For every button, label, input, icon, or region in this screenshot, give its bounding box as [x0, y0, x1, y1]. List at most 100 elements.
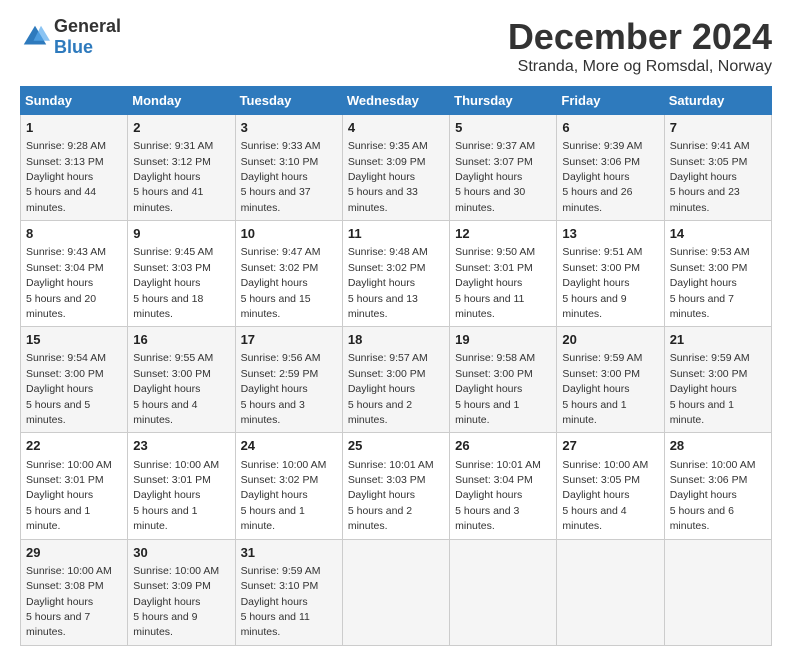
calendar-cell: 28 Sunrise: 10:00 AMSunset: 3:06 PMDayli… [664, 433, 771, 539]
col-friday: Friday [557, 87, 664, 115]
day-number: 20 [562, 331, 658, 349]
calendar-cell: 16 Sunrise: 9:55 AMSunset: 3:00 PMDaylig… [128, 327, 235, 433]
week-row-2: 8 Sunrise: 9:43 AMSunset: 3:04 PMDayligh… [21, 221, 772, 327]
calendar-cell: 4 Sunrise: 9:35 AMSunset: 3:09 PMDayligh… [342, 115, 449, 221]
day-info: Sunrise: 10:00 AMSunset: 3:02 PMDaylight… [241, 459, 327, 533]
calendar-cell: 22 Sunrise: 10:00 AMSunset: 3:01 PMDayli… [21, 433, 128, 539]
day-number: 22 [26, 437, 122, 455]
calendar-cell [450, 539, 557, 645]
logo-text: General Blue [54, 16, 121, 58]
day-number: 30 [133, 544, 229, 562]
calendar-cell: 6 Sunrise: 9:39 AMSunset: 3:06 PMDayligh… [557, 115, 664, 221]
day-info: Sunrise: 10:01 AMSunset: 3:04 PMDaylight… [455, 459, 541, 533]
day-number: 3 [241, 119, 337, 137]
day-info: Sunrise: 9:57 AMSunset: 3:00 PMDaylight … [348, 352, 428, 426]
calendar-cell: 13 Sunrise: 9:51 AMSunset: 3:00 PMDaylig… [557, 221, 664, 327]
subtitle: Stranda, More og Romsdal, Norway [508, 58, 772, 76]
calendar-cell: 20 Sunrise: 9:59 AMSunset: 3:00 PMDaylig… [557, 327, 664, 433]
day-number: 19 [455, 331, 551, 349]
day-info: Sunrise: 9:59 AMSunset: 3:00 PMDaylight … [670, 352, 750, 426]
calendar-cell: 23 Sunrise: 10:00 AMSunset: 3:01 PMDayli… [128, 433, 235, 539]
day-number: 12 [455, 225, 551, 243]
header: General Blue December 2024 Stranda, More… [20, 16, 772, 76]
day-info: Sunrise: 9:39 AMSunset: 3:06 PMDaylight … [562, 140, 642, 214]
calendar-cell: 15 Sunrise: 9:54 AMSunset: 3:00 PMDaylig… [21, 327, 128, 433]
day-info: Sunrise: 9:28 AMSunset: 3:13 PMDaylight … [26, 140, 106, 214]
day-info: Sunrise: 10:00 AMSunset: 3:01 PMDaylight… [26, 459, 112, 533]
day-number: 18 [348, 331, 444, 349]
day-number: 26 [455, 437, 551, 455]
day-number: 5 [455, 119, 551, 137]
day-number: 24 [241, 437, 337, 455]
calendar-cell: 1 Sunrise: 9:28 AMSunset: 3:13 PMDayligh… [21, 115, 128, 221]
day-number: 25 [348, 437, 444, 455]
day-info: Sunrise: 9:41 AMSunset: 3:05 PMDaylight … [670, 140, 750, 214]
calendar-header: Sunday Monday Tuesday Wednesday Thursday… [21, 87, 772, 115]
day-info: Sunrise: 9:58 AMSunset: 3:00 PMDaylight … [455, 352, 535, 426]
col-monday: Monday [128, 87, 235, 115]
calendar-cell: 26 Sunrise: 10:01 AMSunset: 3:04 PMDayli… [450, 433, 557, 539]
calendar-cell: 14 Sunrise: 9:53 AMSunset: 3:00 PMDaylig… [664, 221, 771, 327]
col-wednesday: Wednesday [342, 87, 449, 115]
logo: General Blue [20, 16, 121, 58]
day-info: Sunrise: 9:35 AMSunset: 3:09 PMDaylight … [348, 140, 428, 214]
day-number: 15 [26, 331, 122, 349]
day-info: Sunrise: 9:54 AMSunset: 3:00 PMDaylight … [26, 352, 106, 426]
calendar-cell: 27 Sunrise: 10:00 AMSunset: 3:05 PMDayli… [557, 433, 664, 539]
day-info: Sunrise: 9:53 AMSunset: 3:00 PMDaylight … [670, 246, 750, 320]
day-number: 9 [133, 225, 229, 243]
calendar-cell: 8 Sunrise: 9:43 AMSunset: 3:04 PMDayligh… [21, 221, 128, 327]
day-number: 4 [348, 119, 444, 137]
day-number: 28 [670, 437, 766, 455]
day-number: 27 [562, 437, 658, 455]
day-number: 16 [133, 331, 229, 349]
day-info: Sunrise: 9:37 AMSunset: 3:07 PMDaylight … [455, 140, 535, 214]
day-info: Sunrise: 9:59 AMSunset: 3:00 PMDaylight … [562, 352, 642, 426]
day-number: 14 [670, 225, 766, 243]
calendar-cell: 7 Sunrise: 9:41 AMSunset: 3:05 PMDayligh… [664, 115, 771, 221]
calendar-cell: 31 Sunrise: 9:59 AMSunset: 3:10 PMDaylig… [235, 539, 342, 645]
week-row-4: 22 Sunrise: 10:00 AMSunset: 3:01 PMDayli… [21, 433, 772, 539]
calendar-cell: 18 Sunrise: 9:57 AMSunset: 3:00 PMDaylig… [342, 327, 449, 433]
day-info: Sunrise: 9:50 AMSunset: 3:01 PMDaylight … [455, 246, 535, 320]
col-tuesday: Tuesday [235, 87, 342, 115]
calendar-cell [664, 539, 771, 645]
day-number: 17 [241, 331, 337, 349]
day-info: Sunrise: 9:56 AMSunset: 2:59 PMDaylight … [241, 352, 321, 426]
col-sunday: Sunday [21, 87, 128, 115]
calendar-cell: 19 Sunrise: 9:58 AMSunset: 3:00 PMDaylig… [450, 327, 557, 433]
logo-icon [20, 22, 50, 52]
day-info: Sunrise: 10:00 AMSunset: 3:01 PMDaylight… [133, 459, 219, 533]
calendar-cell [342, 539, 449, 645]
day-info: Sunrise: 10:00 AMSunset: 3:05 PMDaylight… [562, 459, 648, 533]
calendar-body: 1 Sunrise: 9:28 AMSunset: 3:13 PMDayligh… [21, 115, 772, 646]
calendar-cell: 29 Sunrise: 10:00 AMSunset: 3:08 PMDayli… [21, 539, 128, 645]
day-number: 1 [26, 119, 122, 137]
col-thursday: Thursday [450, 87, 557, 115]
main-title: December 2024 [508, 16, 772, 58]
day-info: Sunrise: 9:55 AMSunset: 3:00 PMDaylight … [133, 352, 213, 426]
day-info: Sunrise: 9:48 AMSunset: 3:02 PMDaylight … [348, 246, 428, 320]
day-number: 10 [241, 225, 337, 243]
calendar-cell: 3 Sunrise: 9:33 AMSunset: 3:10 PMDayligh… [235, 115, 342, 221]
day-number: 13 [562, 225, 658, 243]
day-number: 6 [562, 119, 658, 137]
calendar-table: Sunday Monday Tuesday Wednesday Thursday… [20, 86, 772, 646]
logo-blue: Blue [54, 37, 93, 57]
day-info: Sunrise: 10:01 AMSunset: 3:03 PMDaylight… [348, 459, 434, 533]
day-info: Sunrise: 9:31 AMSunset: 3:12 PMDaylight … [133, 140, 213, 214]
day-number: 29 [26, 544, 122, 562]
calendar-cell: 2 Sunrise: 9:31 AMSunset: 3:12 PMDayligh… [128, 115, 235, 221]
day-info: Sunrise: 10:00 AMSunset: 3:06 PMDaylight… [670, 459, 756, 533]
calendar-cell: 9 Sunrise: 9:45 AMSunset: 3:03 PMDayligh… [128, 221, 235, 327]
day-info: Sunrise: 9:45 AMSunset: 3:03 PMDaylight … [133, 246, 213, 320]
calendar-cell: 21 Sunrise: 9:59 AMSunset: 3:00 PMDaylig… [664, 327, 771, 433]
calendar-cell: 17 Sunrise: 9:56 AMSunset: 2:59 PMDaylig… [235, 327, 342, 433]
day-info: Sunrise: 9:43 AMSunset: 3:04 PMDaylight … [26, 246, 106, 320]
title-area: December 2024 Stranda, More og Romsdal, … [508, 16, 772, 76]
logo-general: General [54, 16, 121, 36]
day-info: Sunrise: 9:47 AMSunset: 3:02 PMDaylight … [241, 246, 321, 320]
calendar-cell: 5 Sunrise: 9:37 AMSunset: 3:07 PMDayligh… [450, 115, 557, 221]
day-info: Sunrise: 9:33 AMSunset: 3:10 PMDaylight … [241, 140, 321, 214]
calendar-cell: 11 Sunrise: 9:48 AMSunset: 3:02 PMDaylig… [342, 221, 449, 327]
